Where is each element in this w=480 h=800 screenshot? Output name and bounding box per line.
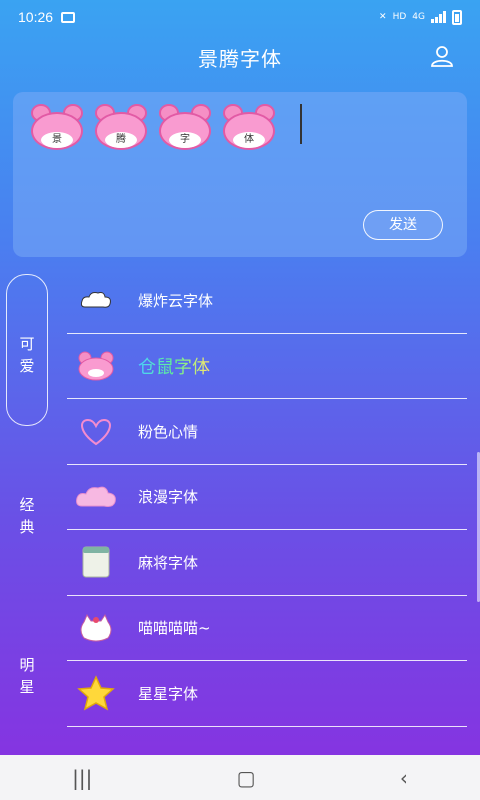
status-bar: 10:26 ✕ HD 4G bbox=[0, 0, 480, 34]
text-input-area[interactable]: 景 腾 字 体 发送 bbox=[13, 92, 467, 257]
status-icons: ✕ HD 4G bbox=[379, 9, 462, 25]
preview-char: 字 bbox=[169, 132, 201, 148]
list-item[interactable]: 麻将字体 bbox=[67, 530, 467, 596]
preview-char: 体 bbox=[233, 132, 265, 148]
list-item[interactable]: 粉色心情 bbox=[67, 399, 467, 465]
hamster-char: 景 bbox=[27, 102, 87, 152]
font-name: 仓鼠字体 bbox=[138, 353, 210, 379]
battery-icon bbox=[452, 9, 462, 25]
send-button[interactable]: 发送 bbox=[363, 210, 443, 240]
preview-char: 景 bbox=[41, 132, 73, 148]
status-time: 10:26 bbox=[18, 9, 54, 25]
list-item[interactable]: 仓鼠字体 bbox=[67, 334, 467, 399]
pink-cloud-icon bbox=[67, 472, 125, 522]
font-list: 爆炸云字体 仓鼠字体 粉色心情 浪漫字体 麻将字体 喵喵喵喵~ 星星字体 bbox=[67, 268, 467, 727]
system-nav-bar: ||| ▢ ‹ bbox=[0, 755, 480, 800]
font-name: 浪漫字体 bbox=[138, 488, 199, 507]
recent-apps-icon[interactable]: ||| bbox=[72, 766, 92, 790]
home-icon[interactable]: ▢ bbox=[237, 766, 256, 790]
hd-label: HD bbox=[392, 12, 407, 22]
font-name: 星星字体 bbox=[138, 684, 199, 703]
heart-icon bbox=[67, 406, 125, 456]
mahjong-tile-icon bbox=[67, 537, 125, 587]
list-item[interactable]: 浪漫字体 bbox=[67, 465, 467, 530]
signal-icon bbox=[431, 11, 446, 23]
app-header: 景腾字体 bbox=[0, 34, 480, 80]
hamster-icon bbox=[67, 341, 125, 391]
category-classic[interactable]: 经 典 bbox=[6, 494, 48, 538]
page-title: 景腾字体 bbox=[198, 46, 282, 71]
user-icon[interactable] bbox=[430, 44, 454, 68]
list-item[interactable]: 喵喵喵喵~ bbox=[67, 596, 467, 661]
hamster-char: 腾 bbox=[91, 102, 151, 152]
list-item[interactable]: 爆炸云字体 bbox=[67, 268, 467, 334]
category-cute[interactable]: 可 爱 bbox=[6, 274, 48, 426]
font-name: 喵喵喵喵~ bbox=[138, 619, 211, 638]
mute-icon: ✕ bbox=[379, 12, 387, 22]
list-item[interactable]: 星星字体 bbox=[67, 661, 467, 727]
cat-icon bbox=[67, 603, 125, 653]
hamster-char: 体 bbox=[219, 102, 279, 152]
cloud-icon bbox=[67, 275, 125, 325]
preview-char: 腾 bbox=[105, 132, 137, 148]
back-icon[interactable]: ‹ bbox=[400, 766, 408, 790]
font-name: 粉色心情 bbox=[138, 422, 199, 441]
category-celebrity[interactable]: 明 星 bbox=[6, 654, 48, 698]
category-nav: 可 爱 经 典 明 星 bbox=[0, 270, 56, 750]
signal-label: 4G bbox=[412, 12, 425, 22]
font-name: 爆炸云字体 bbox=[138, 291, 214, 310]
font-name: 麻将字体 bbox=[138, 553, 199, 572]
star-icon bbox=[67, 668, 125, 718]
hamster-char: 字 bbox=[155, 102, 215, 152]
font-preview: 景 腾 字 体 bbox=[27, 102, 279, 152]
image-notification-icon bbox=[61, 11, 76, 23]
text-cursor bbox=[300, 104, 302, 144]
